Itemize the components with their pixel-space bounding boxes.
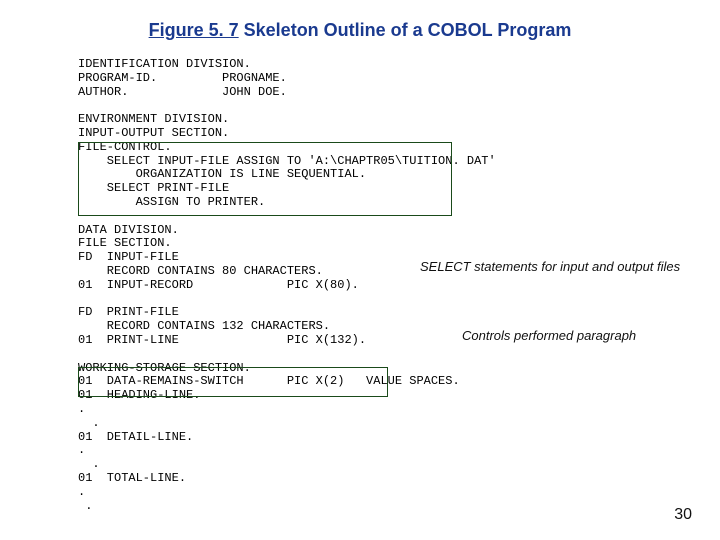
figure-title: Figure 5. 7 Skeleton Outline of a COBOL … (0, 0, 720, 49)
code-block: IDENTIFICATION DIVISION. PROGRAM-ID. PRO… (78, 58, 496, 513)
figure-number: Figure 5. 7 (149, 20, 239, 40)
figure-caption: Skeleton Outline of a COBOL Program (244, 20, 572, 40)
page-number: 30 (674, 506, 692, 524)
annotation-controls-paragraph: Controls performed paragraph (462, 328, 636, 343)
annotation-select-statements: SELECT statements for input and output f… (420, 259, 680, 274)
